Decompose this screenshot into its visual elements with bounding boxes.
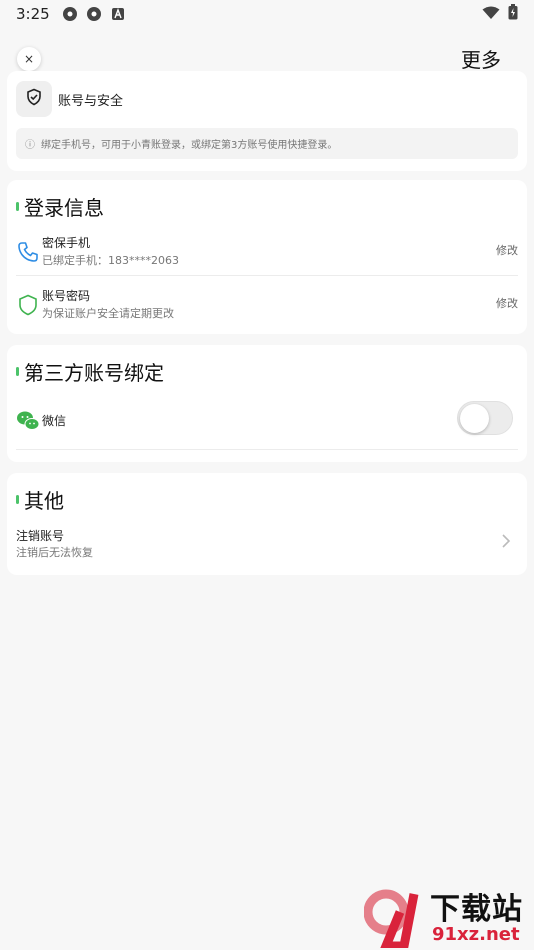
tip-box: ⓘ 绑定手机号，可用于小青账登录，或绑定第3方账号使用快捷登录。	[16, 128, 518, 159]
list-item-delete-account[interactable]: 注销账号 注销后无法恢复	[16, 527, 518, 561]
info-icon: ⓘ	[25, 140, 35, 151]
close-icon: ×	[23, 52, 35, 66]
list-item-title: 密保手机	[42, 236, 91, 250]
font-notification-icon	[110, 6, 126, 22]
toggle-knob	[460, 404, 489, 433]
wechat-bind-toggle[interactable]	[457, 401, 513, 435]
section-title: 其他	[24, 489, 64, 513]
wifi-icon	[482, 5, 500, 24]
other-card: 其他 注销账号 注销后无法恢复	[7, 473, 527, 575]
app-notification-icon	[86, 6, 102, 22]
close-button[interactable]: ×	[17, 47, 41, 71]
account-security-card: 账号与安全 ⓘ 绑定手机号，可用于小青账登录，或绑定第3方账号使用快捷登录。	[7, 71, 527, 171]
edit-phone-button[interactable]: 修改	[496, 242, 518, 258]
tip-text: 绑定手机号，可用于小青账登录，或绑定第3方账号使用快捷登录。	[41, 140, 338, 151]
shield-icon	[16, 293, 40, 317]
app-notification-icon	[62, 6, 78, 22]
status-time: 3:25	[16, 5, 50, 23]
list-item-subtitle: 为保证账户安全请定期更改	[42, 307, 174, 320]
watermark-url: 91xz.net	[432, 924, 520, 945]
edit-password-button[interactable]: 修改	[496, 295, 518, 311]
list-item-subtitle: 已绑定手机：183****2063	[42, 254, 179, 267]
list-item-wechat: 微信	[16, 407, 518, 435]
section-accent-mark	[16, 202, 19, 211]
wechat-icon	[16, 409, 40, 433]
watermark: 下载站 91xz.net	[363, 884, 534, 950]
section-accent-mark	[16, 367, 19, 376]
more-button[interactable]: 更多	[461, 44, 501, 73]
watermark-logo	[363, 888, 428, 950]
account-security-title: 账号与安全	[58, 94, 124, 109]
account-security-icon-wrap	[16, 81, 52, 117]
divider	[16, 449, 518, 450]
status-bar: 3:25	[0, 0, 534, 28]
list-item-title: 注销账号	[16, 529, 65, 543]
section-accent-mark	[16, 495, 19, 504]
phone-icon	[16, 240, 40, 264]
section-header: 第三方账号绑定	[16, 357, 164, 386]
list-item-title: 账号密码	[42, 289, 91, 303]
list-item-password[interactable]: 账号密码 为保证账户安全请定期更改 修改	[16, 287, 518, 327]
section-header: 其他	[16, 485, 64, 514]
section-title: 第三方账号绑定	[24, 361, 164, 385]
watermark-brand: 下载站	[430, 892, 523, 927]
list-item-title: 微信	[42, 414, 67, 428]
chevron-right-icon[interactable]	[501, 533, 511, 554]
list-item-subtitle: 注销后无法恢复	[16, 546, 93, 559]
divider	[16, 275, 518, 276]
section-header: 登录信息	[16, 192, 104, 221]
shield-check-icon	[25, 88, 43, 110]
third-party-card: 第三方账号绑定 微信	[7, 345, 527, 462]
section-title: 登录信息	[24, 196, 104, 220]
battery-icon	[508, 4, 518, 24]
login-info-card: 登录信息 密保手机 已绑定手机：183****2063 修改 账号密码 为保证账…	[7, 180, 527, 334]
list-item-secure-phone[interactable]: 密保手机 已绑定手机：183****2063 修改	[16, 234, 518, 274]
